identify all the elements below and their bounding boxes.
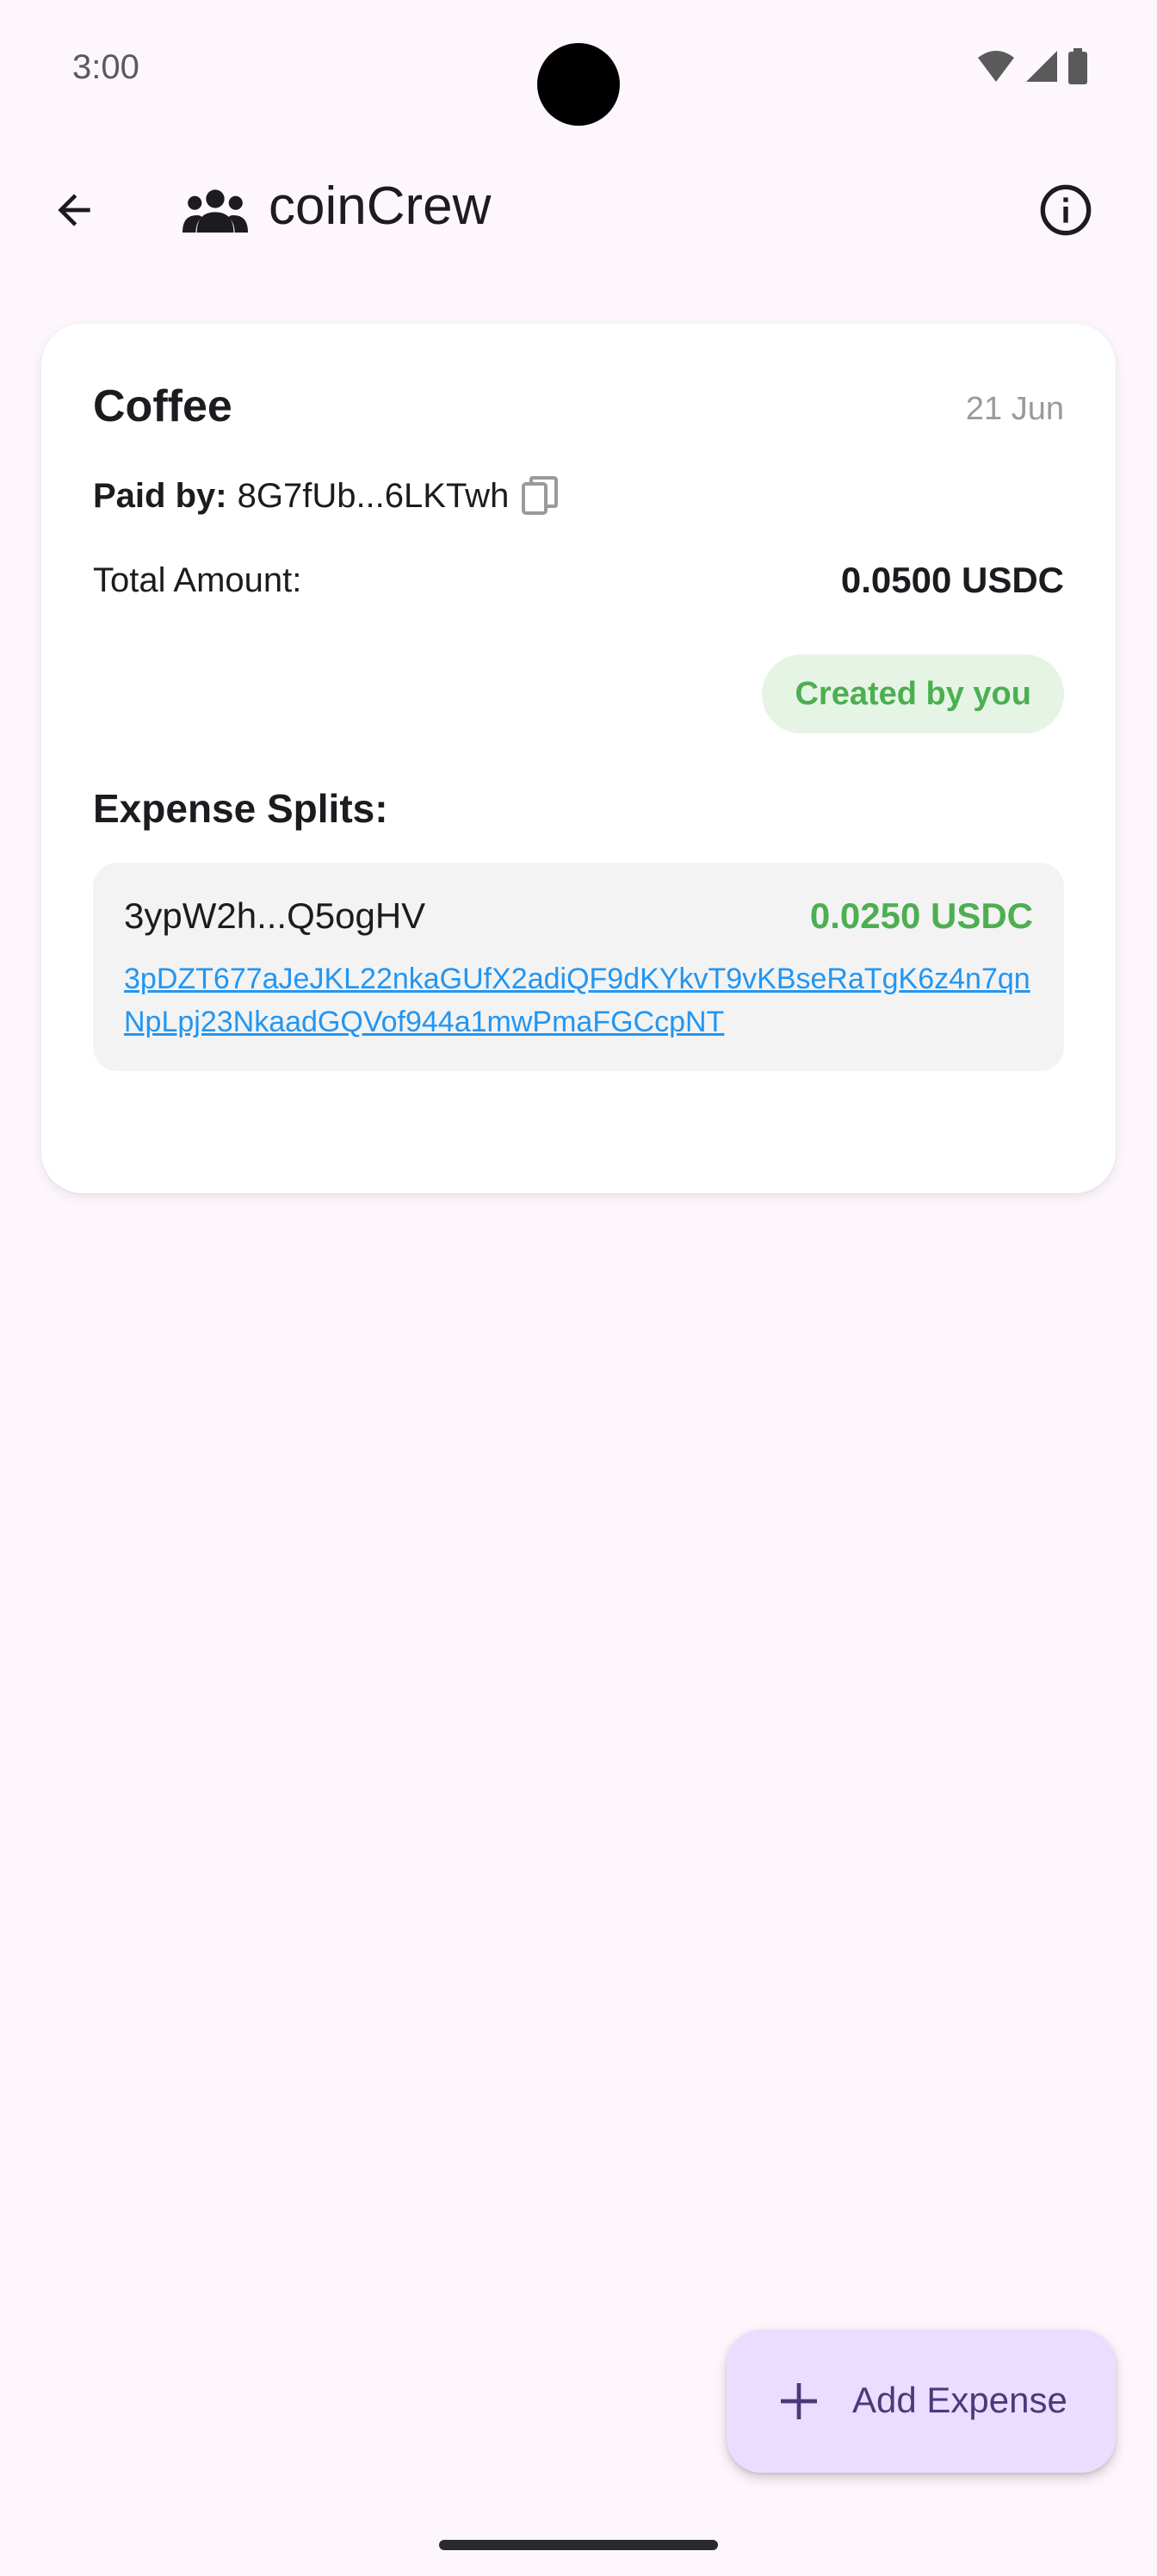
gesture-bar[interactable] (439, 2540, 718, 2550)
expense-date: 21 Jun (965, 391, 1064, 427)
plus-icon (781, 2383, 817, 2419)
paid-by-row: Paid by: 8G7fUb...6LKTwh (93, 475, 559, 517)
total-amount-value: 0.0500 USDC (840, 560, 1064, 600)
split-item[interactable]: 3ypW2h...Q5ogHV 0.0250 USDC 3pDZT677aJeJ… (93, 863, 1064, 1071)
app-title: coinCrew (269, 176, 492, 236)
status-time: 3:00 (72, 48, 139, 86)
split-address: 3ypW2h...Q5ogHV (124, 895, 426, 936)
expense-title: Coffee (93, 381, 232, 431)
expense-splits-heading: Expense Splits: (93, 786, 388, 831)
battery-icon (1068, 48, 1087, 84)
expense-card[interactable]: Coffee 21 Jun Paid by: 8G7fUb...6LKTwh T… (41, 324, 1116, 1193)
copy-icon[interactable] (521, 475, 559, 517)
add-expense-label: Add Expense (852, 2380, 1067, 2420)
paid-by-address: 8G7fUb...6LKTwh (237, 476, 510, 515)
screen: 3:00 coinCrew Coffee 21 Jun Paid by: 8G7… (0, 0, 1157, 2576)
split-amount: 0.0250 USDC (809, 895, 1033, 936)
split-transaction-link[interactable]: 3pDZT677aJeJKL22nkaGUfX2adiQF9dKYkvT9vKB… (124, 957, 1045, 1043)
arrow-back-icon (58, 194, 90, 226)
paid-by-label: Paid by: (93, 476, 227, 515)
group-icon (183, 189, 248, 233)
app-bar: coinCrew (0, 155, 1157, 265)
status-bar: 3:00 (0, 0, 1157, 129)
info-icon (1040, 184, 1092, 236)
status-icons (976, 48, 1088, 84)
wifi-icon (978, 51, 1014, 82)
add-expense-button[interactable]: Add Expense (727, 2330, 1116, 2473)
total-amount-label: Total Amount: (93, 561, 302, 599)
created-by-badge: Created by you (762, 654, 1064, 734)
info-button[interactable] (1026, 170, 1105, 250)
signal-icon (1026, 51, 1057, 82)
back-button[interactable] (34, 170, 114, 250)
camera-cutout (537, 43, 620, 126)
